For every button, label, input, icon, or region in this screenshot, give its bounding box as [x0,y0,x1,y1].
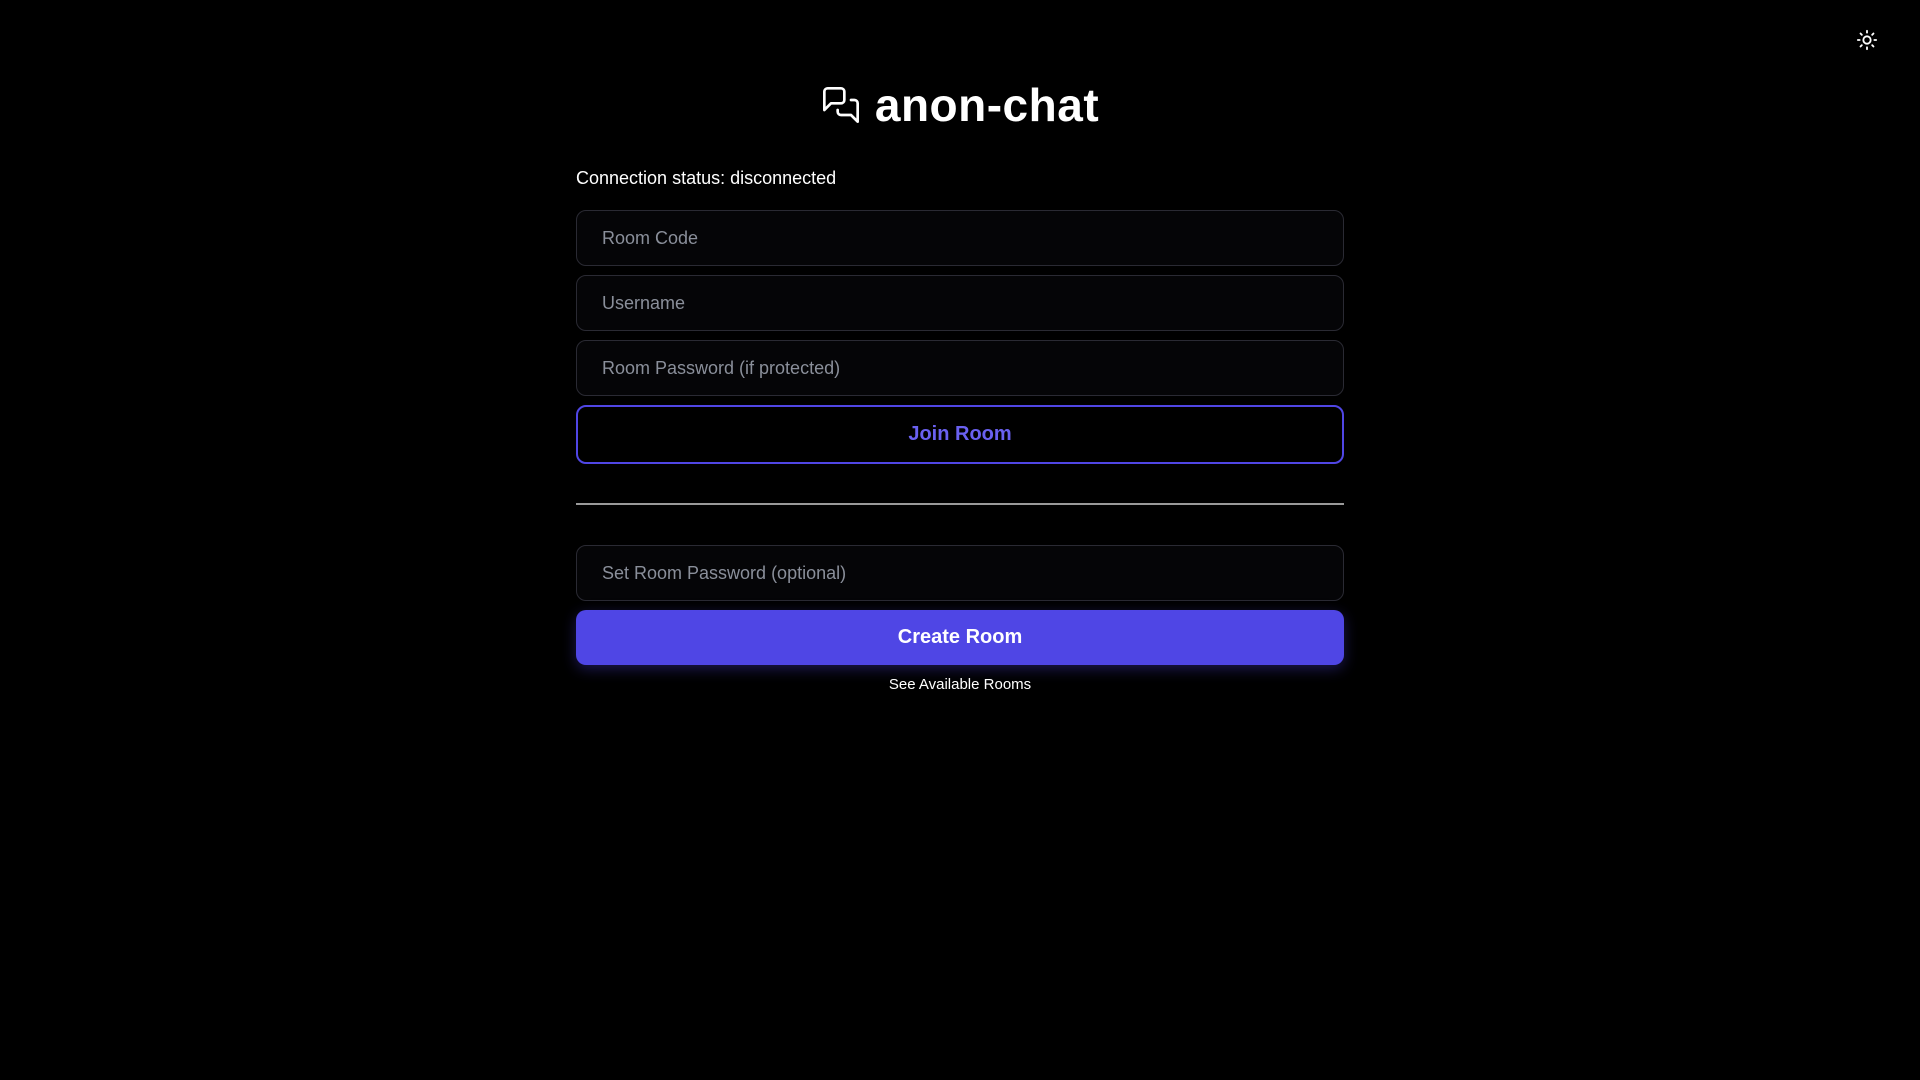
app-title: anon-chat [874,79,1100,131]
sun-icon [1856,29,1878,51]
set-room-password-input[interactable] [576,545,1344,601]
room-password-input[interactable] [576,340,1344,396]
app-header: anon-chat [576,78,1344,132]
connection-status: Connection status: disconnected [576,168,837,188]
see-available-rooms-link[interactable]: See Available Rooms [576,676,1344,693]
username-input[interactable] [576,275,1344,331]
create-room-button[interactable]: Create Room [576,610,1344,665]
join-room-button[interactable]: Join Room [576,405,1344,464]
chat-bubbles-icon [821,85,861,125]
room-code-input[interactable] [576,210,1344,266]
section-divider [576,503,1344,505]
theme-toggle-button[interactable] [1855,28,1879,52]
